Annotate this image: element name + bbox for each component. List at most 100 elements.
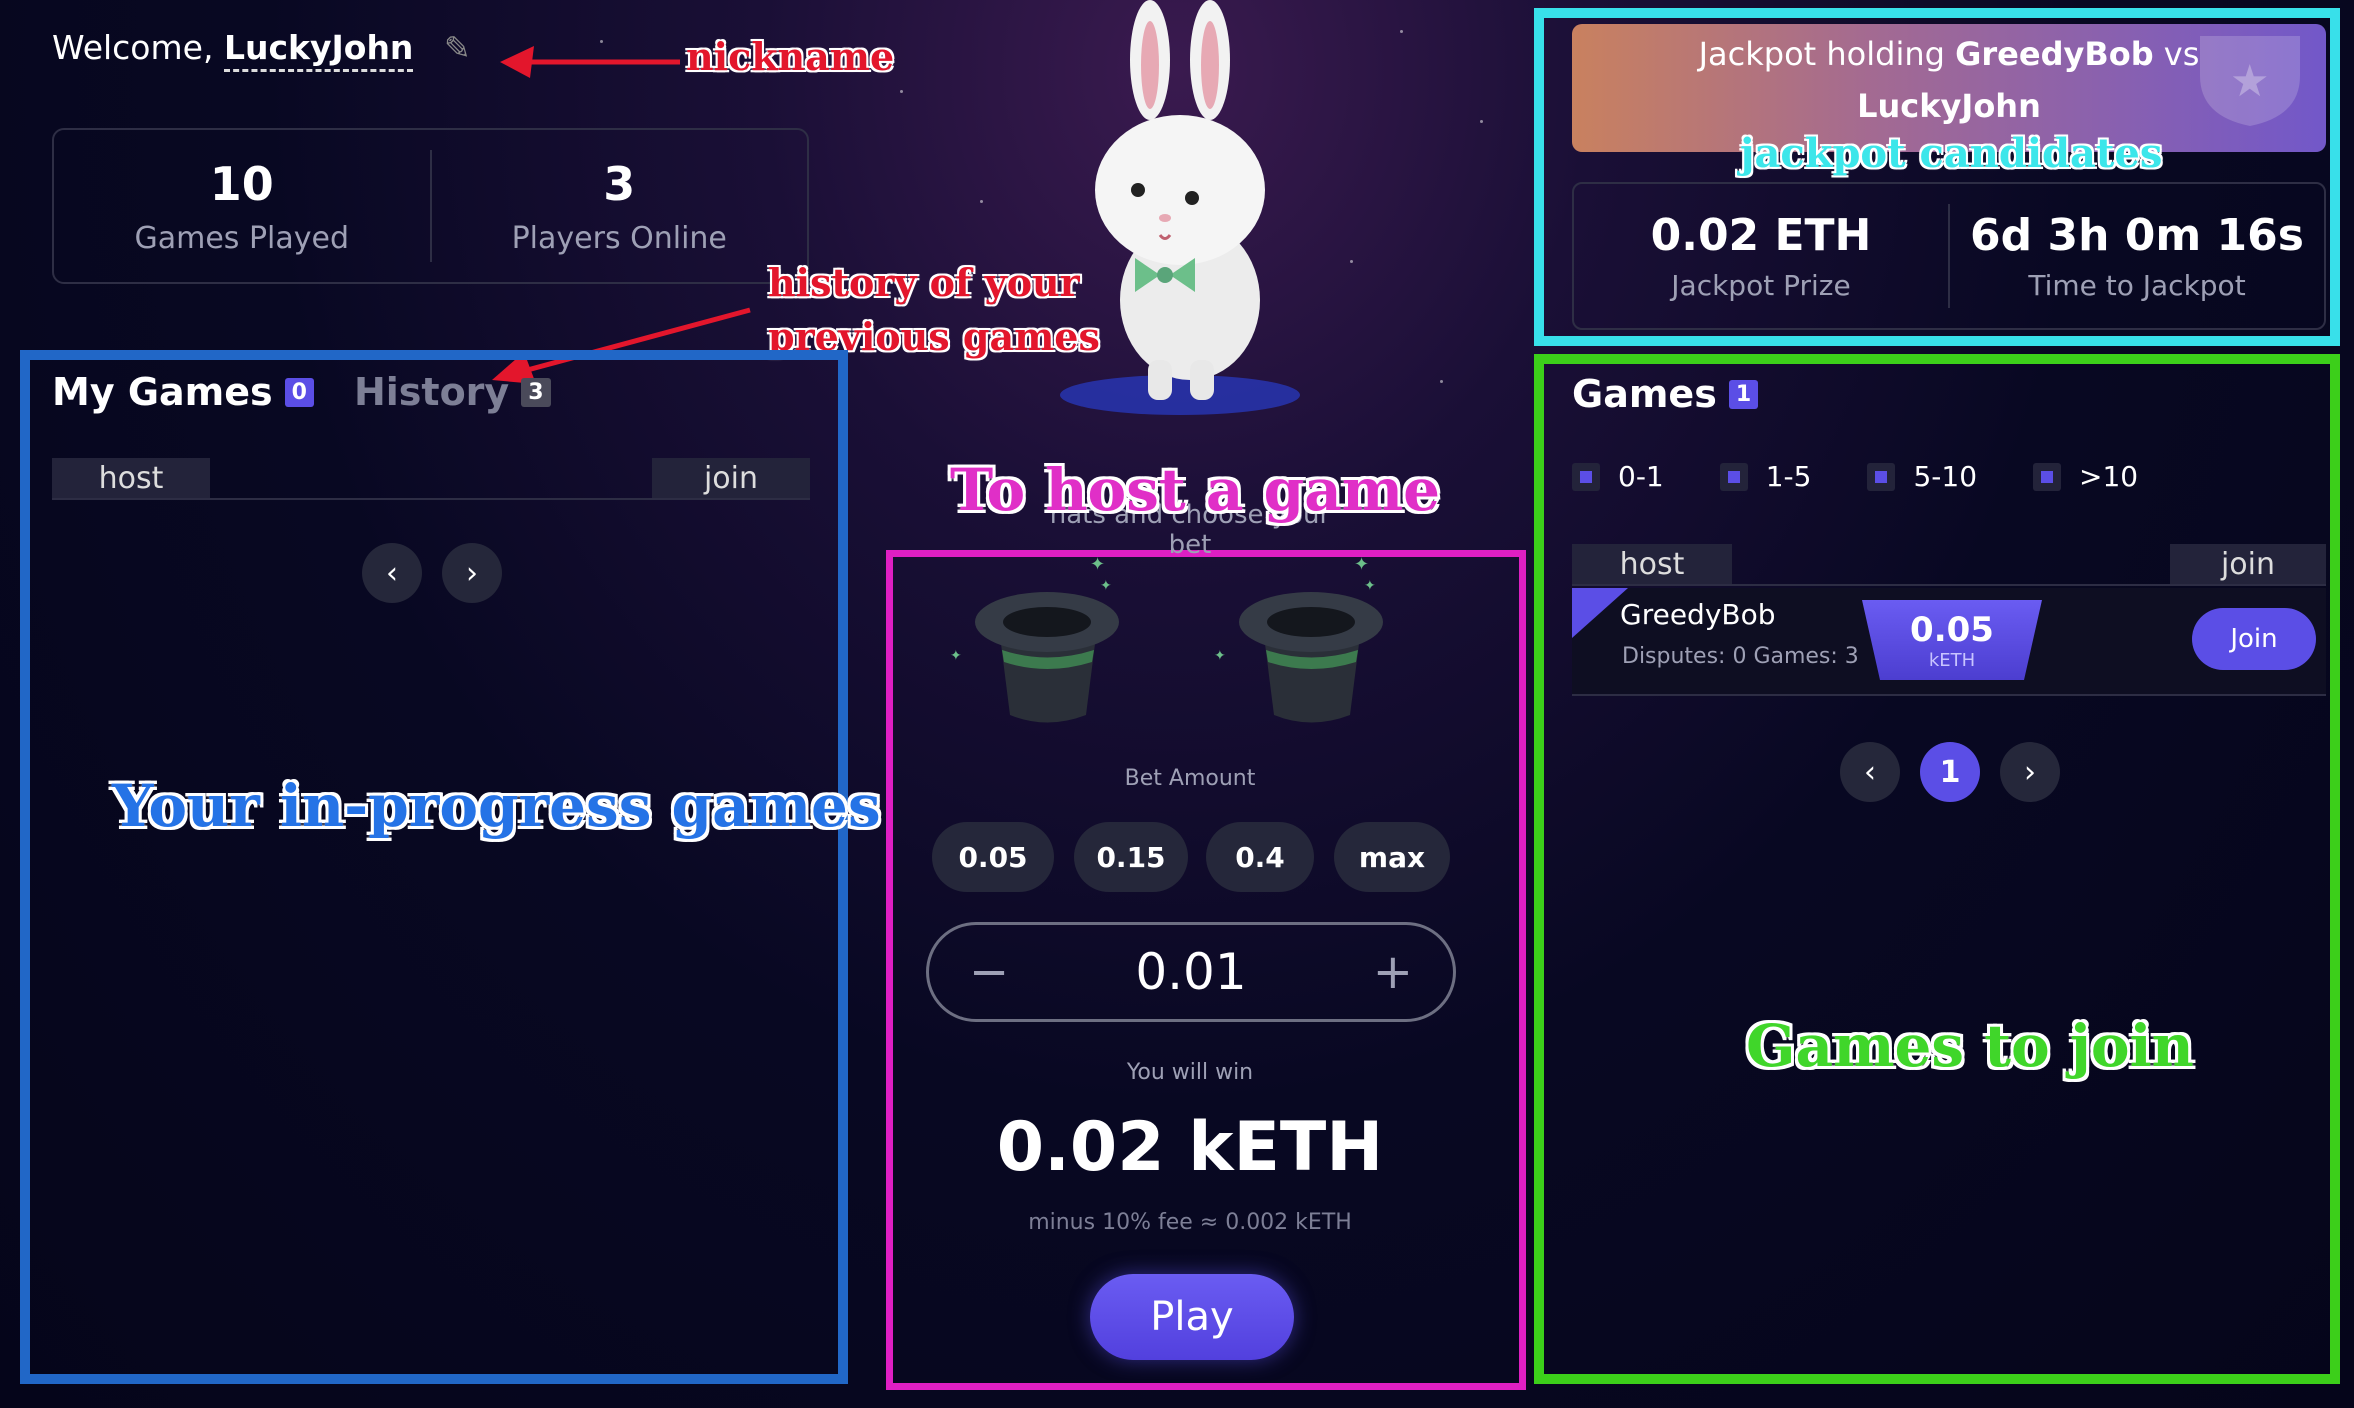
history-count-badge: 3	[521, 377, 551, 407]
bet-range-filters: 0-1 1-5 5-10 >10	[1572, 460, 2138, 493]
history-annotation-line1: history of your	[768, 260, 1080, 305]
players-online-value: 3	[603, 156, 636, 211]
bet-chip-0-15[interactable]: 0.15	[1074, 822, 1188, 892]
jackpot-time-label: Time to Jackpot	[2028, 269, 2246, 302]
games-played-value: 10	[209, 156, 274, 211]
checkbox-icon[interactable]	[1572, 462, 1600, 491]
games-prev-button[interactable]: ‹	[1840, 742, 1900, 802]
bet-stepper[interactable]: − 0.01 +	[926, 922, 1456, 1022]
players-online-label: Players Online	[511, 220, 727, 256]
bet-amount-label: Bet Amount	[1124, 766, 1256, 791]
join-column-label: join	[2170, 544, 2326, 584]
filter-5-10[interactable]: 5-10	[1867, 460, 1977, 493]
jackpot-vs: vs	[2163, 35, 2200, 73]
nickname[interactable]: LuckyJohn	[223, 28, 414, 72]
join-column-label: join	[652, 458, 810, 498]
filter-label: 0-1	[1618, 460, 1664, 493]
bet-chip-0-05[interactable]: 0.05	[932, 822, 1054, 892]
games-list-header: host join	[1572, 544, 2326, 586]
games-to-join-annotation: Games to join	[1746, 1012, 2194, 1080]
games-heading: Games 1	[1572, 372, 1759, 416]
table-row: GreedyBob Disputes: 0 Games: 3 0.05 kETH…	[1572, 588, 2326, 696]
in-progress-annotation: Your in-progress games	[112, 772, 881, 840]
welcome-prefix: Welcome,	[52, 28, 214, 67]
checkbox-icon[interactable]	[2033, 462, 2062, 491]
nickname-arrow	[500, 46, 680, 78]
tab-my-games[interactable]: My Games 0	[52, 370, 314, 414]
jackpot-stats: 0.02 ETH Jackpot Prize 6d 3h 0m 16s Time…	[1572, 182, 2326, 330]
jackpot-title: Jackpot holding GreedyBob vs LuckyJohn	[1572, 28, 2326, 132]
filter-label: >10	[2079, 460, 2139, 493]
games-count-badge: 1	[1728, 379, 1759, 409]
svg-text:✦: ✦	[1214, 648, 1226, 664]
jackpot-time-cell: 6d 3h 0m 16s Time to Jackpot	[1948, 204, 2324, 308]
players-online-stat: 3 Players Online	[429, 150, 808, 262]
in-progress-frame	[20, 350, 848, 1384]
chevron-right-icon: ›	[2024, 754, 2036, 790]
win-amount: 0.02 kETH	[996, 1108, 1384, 1187]
checkbox-icon[interactable]	[1719, 462, 1748, 491]
jackpot-candidates-annotation: jackpot candidates	[1740, 130, 2163, 177]
chevron-left-icon: ‹	[386, 555, 398, 591]
jackpot-prize-label: Jackpot Prize	[1671, 269, 1851, 302]
filter-label: 1-5	[1765, 460, 1812, 493]
host-info: Disputes: 0 Games: 3	[1622, 644, 1859, 669]
jackpot-time-value: 6d 3h 0m 16s	[1970, 210, 2304, 261]
history-annotation: history of your previous games	[768, 256, 1100, 364]
play-button[interactable]: Play	[1090, 1274, 1294, 1360]
host-game-annotation: To host a game	[950, 456, 1441, 524]
bet-value[interactable]: 0.01	[1135, 943, 1246, 1001]
bet-badge: 0.05 kETH	[1862, 600, 2042, 680]
nickname-annotation: nickname	[686, 34, 895, 79]
bet-chip-0-4[interactable]: 0.4	[1206, 822, 1314, 892]
jackpot-candidate-2: LuckyJohn	[1857, 87, 2041, 125]
tab-history[interactable]: History 3	[354, 370, 551, 414]
my-games-header: host join	[52, 458, 810, 500]
top-hat-left[interactable]: ✦ ✦ ✦	[950, 550, 1130, 730]
host-name: GreedyBob	[1620, 598, 1776, 631]
you-will-win-label: You will win	[1126, 1060, 1254, 1085]
svg-text:✦: ✦	[1364, 578, 1376, 594]
welcome-text: Welcome, LuckyJohn ✎	[52, 28, 471, 72]
my-games-count-badge: 0	[284, 377, 314, 407]
games-to-join-frame	[1534, 354, 2340, 1384]
jackpot-prize-value: 0.02 ETH	[1650, 210, 1872, 261]
games-played-stat: 10 Games Played	[54, 130, 430, 282]
games-played-label: Games Played	[134, 220, 350, 256]
my-games-prev-button[interactable]: ‹	[362, 543, 422, 603]
svg-text:✦: ✦	[1354, 554, 1369, 575]
games-title: Games	[1572, 372, 1717, 416]
svg-text:✦: ✦	[1090, 554, 1105, 575]
jackpot-prefix: Jackpot holding	[1698, 35, 1945, 73]
pencil-icon[interactable]: ✎	[444, 29, 471, 67]
jackpot-prize-cell: 0.02 ETH Jackpot Prize	[1574, 184, 1948, 328]
my-games-next-button[interactable]: ›	[442, 543, 502, 603]
host-column-label: host	[52, 458, 210, 498]
bet-chip-max[interactable]: max	[1334, 822, 1450, 892]
page-button-1[interactable]: 1	[1920, 742, 1980, 802]
tab-my-games-label: My Games	[52, 370, 273, 414]
stats-panel: 10 Games Played 3 Players Online	[52, 128, 809, 284]
host-column-label: host	[1572, 544, 1732, 584]
chevron-left-icon: ‹	[1864, 754, 1876, 790]
checkbox-icon[interactable]	[1867, 462, 1896, 491]
svg-text:✦: ✦	[1100, 578, 1112, 594]
jackpot-title-line2: LuckyJohn	[1572, 80, 2326, 132]
minus-icon[interactable]: −	[969, 944, 1009, 1000]
filter-0-1[interactable]: 0-1	[1572, 460, 1664, 493]
filter-1-5[interactable]: 1-5	[1719, 460, 1812, 493]
fee-text: minus 10% fee ≈ 0.002 kETH	[1028, 1210, 1352, 1235]
join-button[interactable]: Join	[2192, 608, 2316, 670]
bet-unit: kETH	[1928, 649, 1976, 671]
plus-icon[interactable]: +	[1373, 944, 1413, 1000]
filter-over-10[interactable]: >10	[2033, 460, 2138, 493]
svg-text:✦: ✦	[950, 648, 962, 664]
jackpot-title-line1: Jackpot holding GreedyBob vs	[1572, 28, 2326, 80]
bet-value: 0.05	[1910, 609, 1994, 650]
my-games-tabs: My Games 0 History 3	[52, 370, 551, 414]
top-hat-right[interactable]: ✦ ✦ ✦	[1214, 550, 1394, 730]
games-next-button[interactable]: ›	[2000, 742, 2060, 802]
jackpot-candidate-1: GreedyBob	[1955, 35, 2154, 73]
tab-history-label: History	[353, 370, 510, 414]
chevron-right-icon: ›	[466, 555, 478, 591]
